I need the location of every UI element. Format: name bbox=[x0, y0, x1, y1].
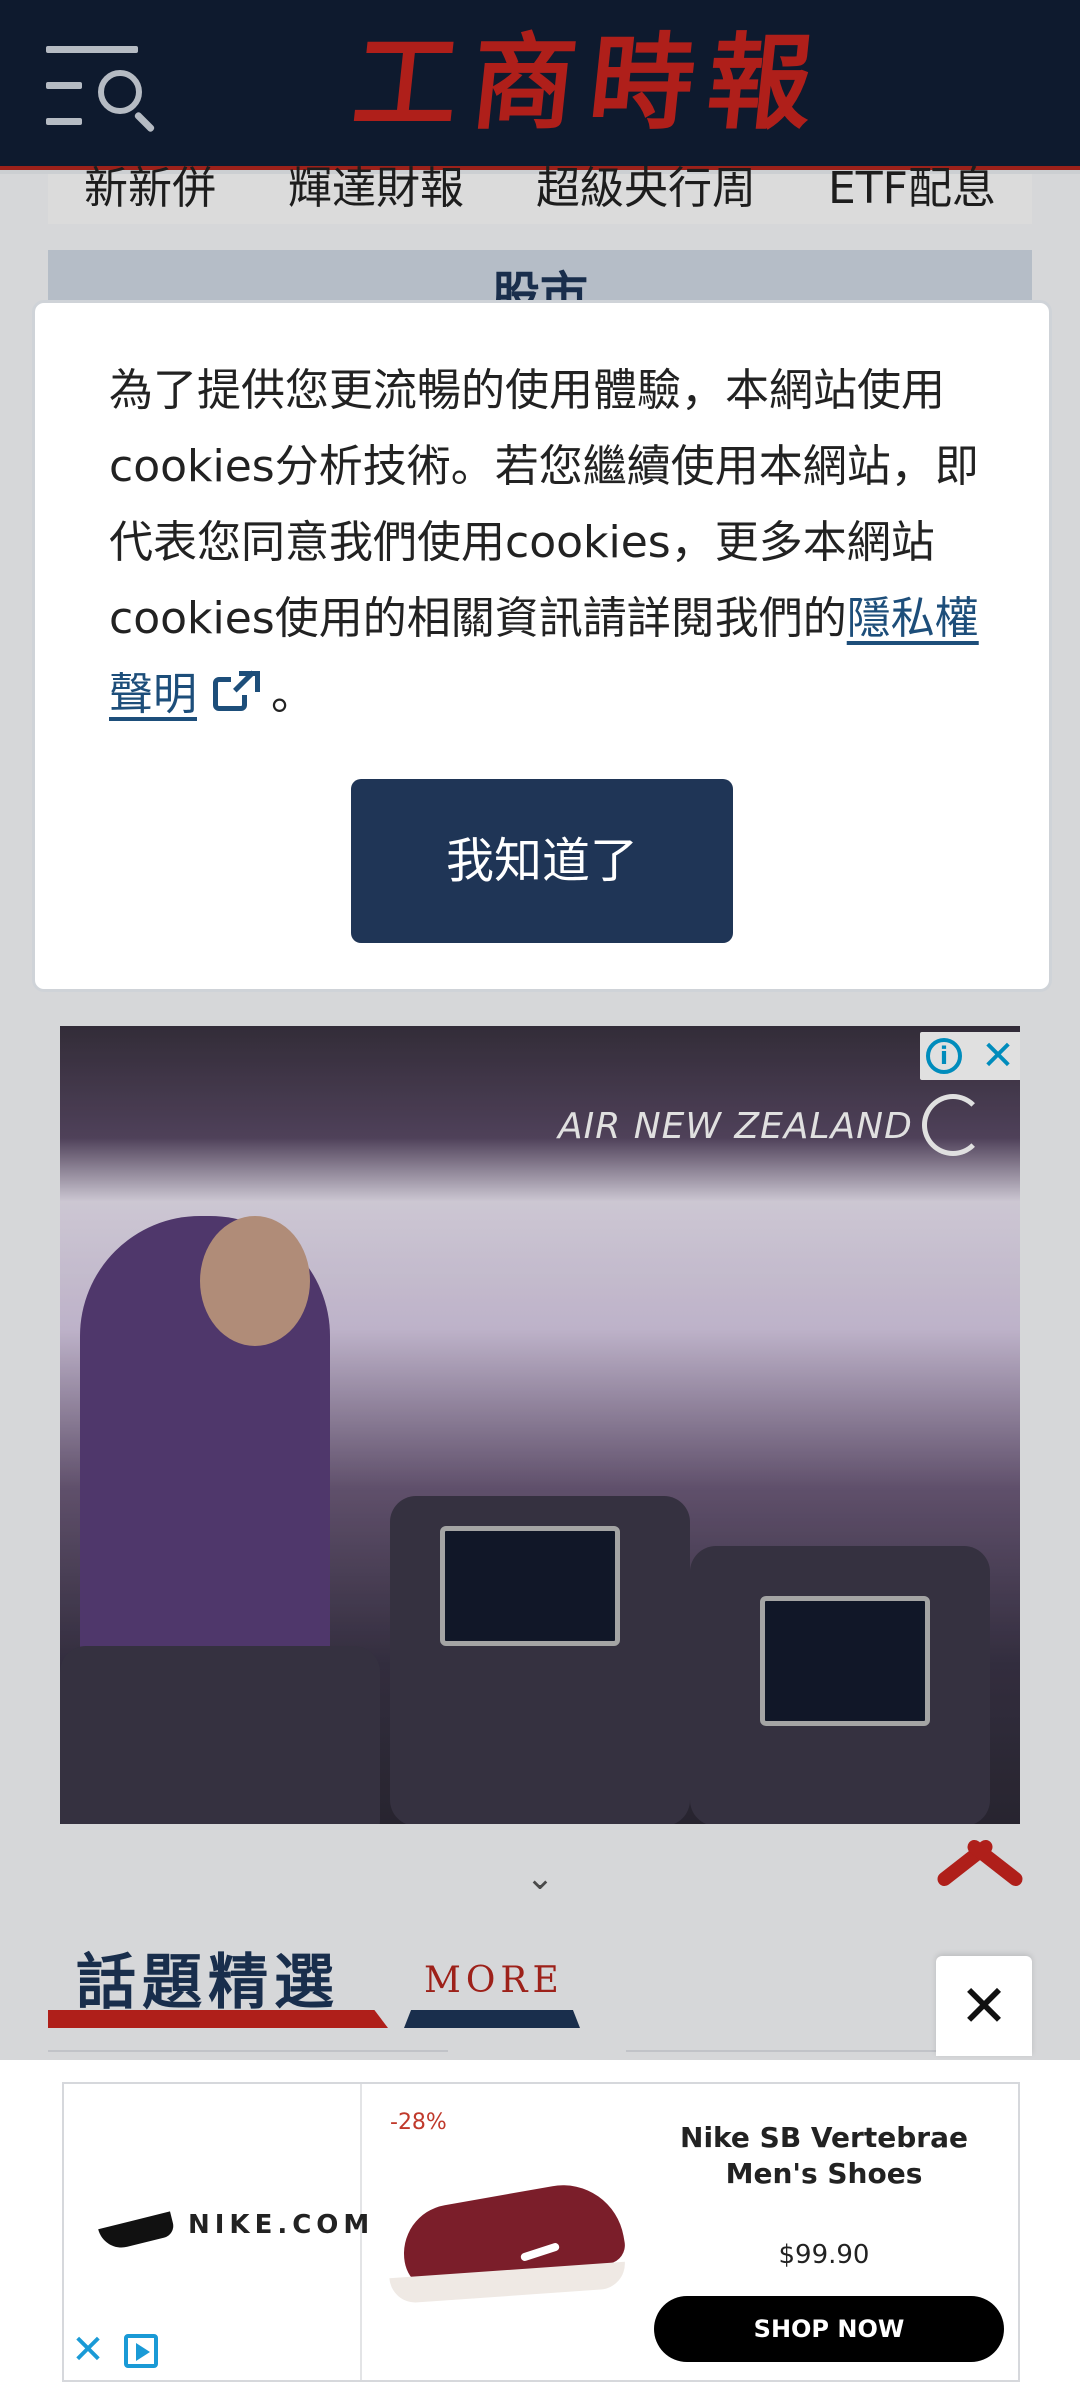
cookie-message: 為了提供您更流暢的使用體驗，本網站使用cookies分析技術。若您繼續使用本網站… bbox=[109, 353, 1009, 733]
shop-now-button[interactable]: SHOP NOW bbox=[654, 2296, 1004, 2362]
ad-close-icon[interactable]: ✕ bbox=[70, 2330, 106, 2370]
adchoices-icon[interactable] bbox=[124, 2334, 158, 2368]
shoe-image[interactable] bbox=[389, 2174, 630, 2314]
accept-cookies-button[interactable]: 我知道了 bbox=[351, 779, 733, 943]
product-name: Nike SB Vertebrae Men's Shoes bbox=[680, 2121, 968, 2190]
ad-brand-panel: NIKE.COM ✕ bbox=[64, 2084, 369, 2380]
product-price: $99.90 bbox=[778, 2240, 870, 2270]
cookie-consent-dialog: 為了提供您更流暢的使用體驗，本網站使用cookies分析技術。若您繼續使用本網站… bbox=[32, 300, 1052, 992]
nike-ad[interactable]: NIKE.COM ✕ -28% Nike SB Vertebrae Men's … bbox=[62, 2082, 1020, 2382]
nike-swoosh-icon bbox=[98, 2211, 176, 2253]
discount-badge: -28% bbox=[390, 2110, 447, 2135]
bottom-ad-container: NIKE.COM ✕ -28% Nike SB Vertebrae Men's … bbox=[0, 2060, 1080, 2400]
cookie-message-end: 。 bbox=[271, 669, 315, 720]
external-link-icon[interactable] bbox=[211, 669, 260, 715]
external-link-arrow bbox=[231, 669, 260, 695]
close-ad-button[interactable]: ✕ bbox=[936, 1956, 1032, 2056]
ad-brand-name: NIKE.COM bbox=[188, 2210, 375, 2240]
